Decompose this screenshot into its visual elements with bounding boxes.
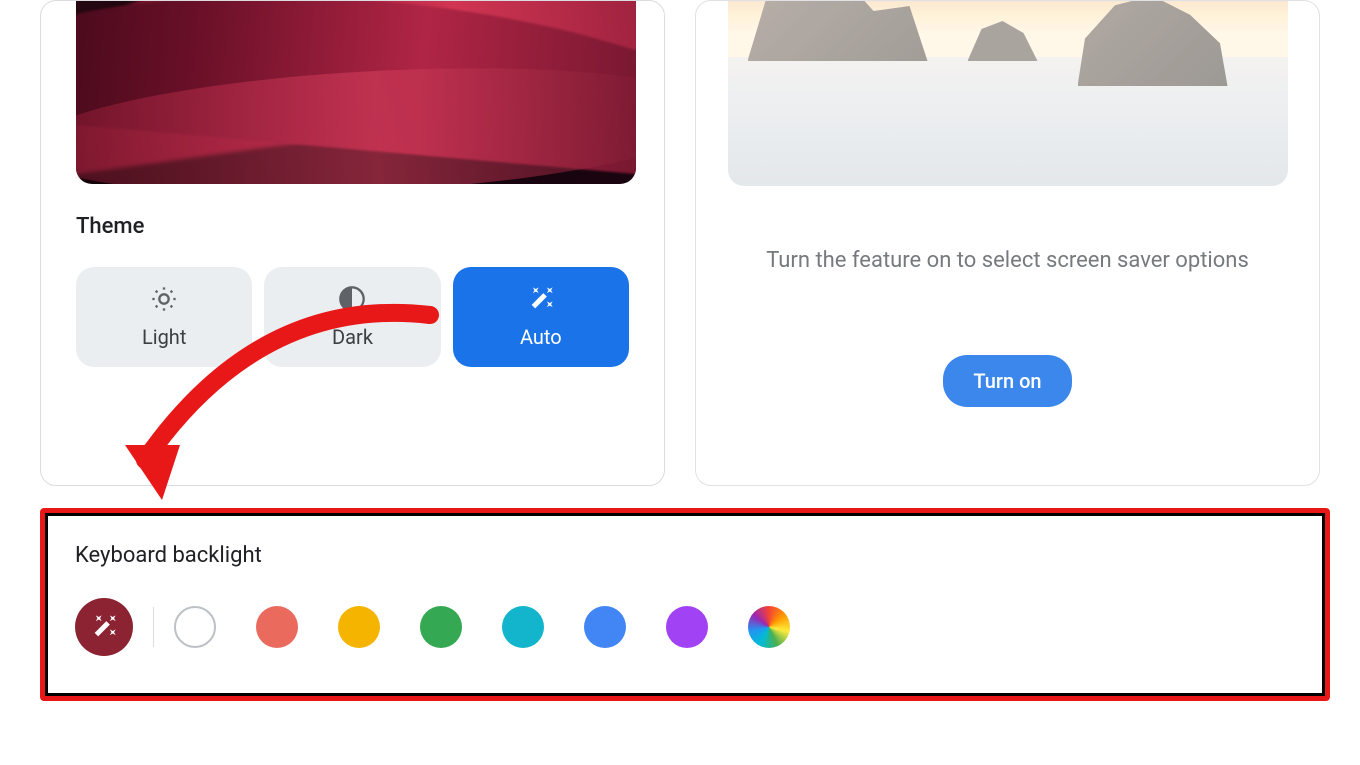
wallpaper-theme-card: Theme Light Dark	[40, 0, 665, 486]
backlight-swatches	[75, 598, 1295, 656]
theme-light-label: Light	[142, 325, 186, 349]
screensaver-preview	[728, 0, 1288, 186]
theme-light-button[interactable]: Light	[76, 267, 252, 367]
sun-icon	[150, 285, 178, 313]
backlight-swatch-auto[interactable]	[75, 598, 133, 656]
backlight-swatch-yellow[interactable]	[338, 606, 380, 648]
backlight-swatch-blue[interactable]	[584, 606, 626, 648]
keyboard-backlight-heading: Keyboard backlight	[75, 543, 1295, 568]
magic-wand-icon	[527, 285, 555, 313]
swatch-divider	[153, 607, 154, 647]
theme-section: Theme Light Dark	[41, 184, 664, 402]
screensaver-card: Turn the feature on to select screen sav…	[695, 0, 1320, 486]
backlight-swatch-teal[interactable]	[502, 606, 544, 648]
backlight-swatch-red[interactable]	[256, 606, 298, 648]
backlight-swatch-green[interactable]	[420, 606, 462, 648]
half-circle-icon	[338, 285, 366, 313]
theme-button-group: Light Dark Auto	[76, 267, 629, 367]
keyboard-backlight-card: Keyboard backlight	[40, 508, 1330, 701]
theme-heading: Theme	[76, 214, 629, 239]
screensaver-description: Turn the feature on to select screen sav…	[766, 248, 1249, 273]
screensaver-turn-on-button[interactable]: Turn on	[943, 355, 1071, 407]
wallpaper-preview[interactable]	[76, 0, 636, 184]
theme-auto-label: Auto	[520, 325, 562, 349]
theme-auto-button[interactable]: Auto	[453, 267, 629, 367]
theme-dark-label: Dark	[332, 325, 373, 349]
backlight-swatch-white[interactable]	[174, 606, 216, 648]
theme-dark-button[interactable]: Dark	[264, 267, 440, 367]
magic-wand-icon	[90, 613, 118, 641]
backlight-swatch-rainbow[interactable]	[748, 606, 790, 648]
backlight-swatch-purple[interactable]	[666, 606, 708, 648]
